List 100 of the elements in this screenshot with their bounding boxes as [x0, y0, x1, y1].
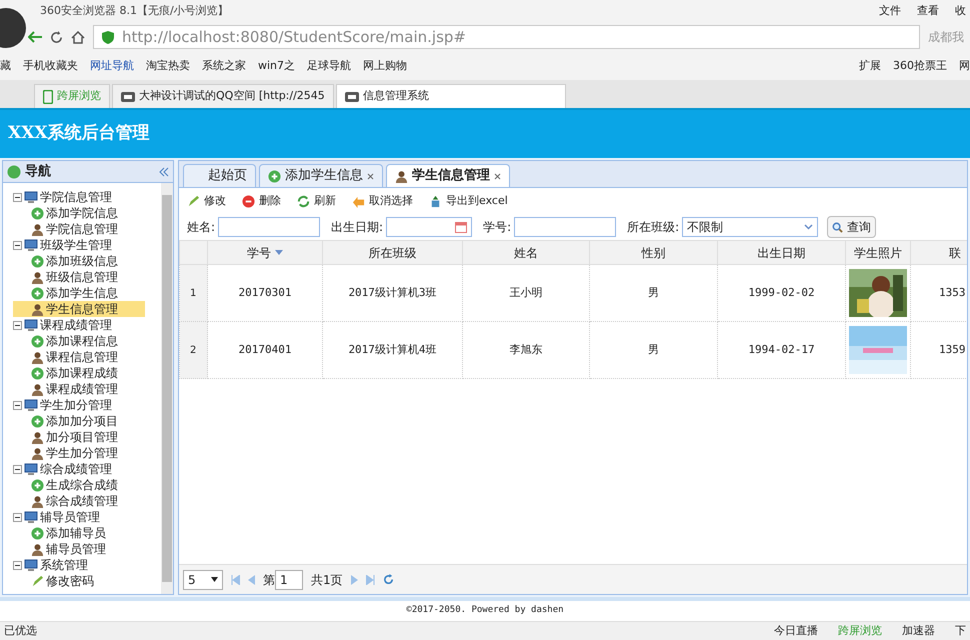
plus-circle-icon — [31, 478, 44, 492]
app-title: XXX系统后台管理 — [8, 122, 150, 146]
column-header[interactable]: 性别 — [590, 240, 718, 264]
menu-item[interactable]: 查看 — [917, 2, 939, 20]
column-header[interactable]: 联 — [910, 240, 967, 264]
query-button[interactable]: 查询 — [827, 216, 876, 238]
close-icon[interactable] — [367, 172, 374, 180]
tree-item[interactable]: 添加学生信息 — [13, 285, 145, 301]
bookmark-link[interactable]: 足球导航 — [307, 58, 352, 74]
toolbar-button[interactable]: 删除 — [242, 192, 281, 210]
collapse-icon[interactable] — [13, 464, 22, 474]
toolbar-button[interactable]: 导出到excel — [429, 192, 508, 210]
tree-item[interactable]: 辅导员管理 — [13, 541, 145, 557]
tree-item[interactable]: 加分项目管理 — [13, 429, 145, 445]
bookmark-link[interactable]: 网 — [959, 58, 970, 74]
back-icon[interactable] — [28, 31, 42, 43]
tree-item[interactable]: 学生加分管理 — [13, 445, 145, 461]
address-field[interactable]: http://localhost:8080/StudentScore/main.jsp# — [93, 25, 920, 49]
text-field[interactable] — [514, 217, 616, 237]
tree-group[interactable]: 综合成绩管理 — [13, 461, 161, 477]
tree-item[interactable]: 综合成绩管理 — [13, 493, 145, 509]
plus-circle-icon — [31, 206, 44, 220]
date-field[interactable] — [386, 217, 472, 237]
page-icon — [344, 92, 359, 102]
plus-circle-icon — [31, 414, 44, 428]
menu-item[interactable]: 文件 — [879, 2, 901, 20]
menu-item[interactable]: 收 — [955, 2, 966, 20]
column-header[interactable]: 所在班级 — [322, 240, 462, 264]
text-field[interactable] — [218, 217, 320, 237]
tree-group[interactable]: 学院信息管理 — [13, 189, 161, 205]
tree-item[interactable]: 添加课程成绩 — [13, 365, 145, 381]
collapse-icon[interactable] — [13, 512, 22, 522]
plus-circle-icon — [31, 286, 44, 300]
tree-item[interactable]: 课程成绩管理 — [13, 381, 145, 397]
column-header[interactable]: 出生日期 — [718, 240, 846, 264]
page-size-select[interactable]: 5 — [183, 570, 223, 590]
tree-group[interactable]: 学生加分管理 — [13, 397, 161, 413]
caret-icon — [211, 577, 218, 582]
column-header[interactable]: 学生照片 — [846, 240, 910, 264]
tree-item[interactable]: 课程信息管理 — [13, 349, 145, 365]
tree-item[interactable]: 学生信息管理 — [13, 301, 145, 317]
tree-group[interactable]: 系统管理 — [13, 557, 161, 573]
status-button[interactable]: 下 — [955, 622, 966, 640]
tree-group[interactable]: 班级学生管理 — [13, 237, 161, 253]
bookmark-link[interactable]: 淘宝热卖 — [146, 58, 190, 74]
collapse-icon[interactable] — [13, 560, 22, 570]
column-header[interactable]: 姓名 — [462, 240, 590, 264]
bookmark-link[interactable]: 系统之家 — [202, 58, 246, 74]
column-header[interactable]: 学号 — [208, 240, 322, 264]
calendar-icon[interactable] — [455, 221, 468, 233]
tree-item[interactable]: 添加课程信息 — [13, 333, 145, 349]
table-cell: 20170401 — [208, 322, 322, 378]
tree-group[interactable]: 课程成绩管理 — [13, 317, 161, 333]
tree-item[interactable]: 添加班级信息 — [13, 253, 145, 269]
tree-item[interactable]: 添加学院信息 — [13, 205, 145, 221]
person-icon — [31, 222, 44, 236]
window-title: 360安全浏览器 8.1【无痕/小号浏览】 — [40, 2, 229, 19]
plus-circle-icon — [31, 366, 44, 380]
home-icon[interactable] — [71, 30, 85, 44]
toolbar-button[interactable]: 刷新 — [297, 192, 336, 210]
class-select[interactable]: 不限制 — [682, 217, 818, 237]
content-tab[interactable]: 起始页 — [183, 164, 256, 187]
tree-item[interactable]: 生成综合成绩 — [13, 477, 145, 493]
filter-label: 所在班级: — [627, 219, 680, 236]
collapse-icon[interactable] — [13, 320, 22, 330]
person-icon — [31, 382, 44, 396]
toolbar-button[interactable]: 修改 — [187, 192, 226, 210]
bookmark-link[interactable]: 网址导航 — [90, 58, 134, 74]
scrollbar[interactable] — [161, 183, 173, 594]
tree-item[interactable]: 添加辅导员 — [13, 525, 145, 541]
bookmark-link[interactable]: 网上购物 — [363, 58, 408, 74]
page-icon — [121, 92, 135, 102]
content-tab[interactable]: 添加学生信息 — [259, 164, 383, 187]
bookmark-link[interactable]: 扩展 — [859, 58, 881, 74]
bookmark-link[interactable]: 手机收藏夹 — [23, 58, 78, 74]
table-cell: 20170301 — [208, 264, 322, 322]
monitor-icon — [24, 462, 38, 476]
reload-icon[interactable] — [50, 30, 63, 44]
status-button[interactable]: 今日直播 — [774, 622, 818, 640]
toolbar-button[interactable]: 取消选择 — [352, 192, 413, 210]
collapse-icon[interactable] — [13, 240, 22, 250]
tree-item[interactable]: 修改密码 — [13, 573, 145, 589]
monitor-icon — [24, 510, 38, 524]
collapse-icon[interactable] — [13, 400, 22, 410]
person-icon — [31, 350, 44, 364]
bookmark-link[interactable]: win7之 — [258, 58, 296, 74]
tree-item[interactable]: 学院信息管理 — [13, 221, 145, 237]
content-tab[interactable]: 学生信息管理 — [386, 164, 510, 187]
tree-item[interactable]: 添加加分项目 — [13, 413, 145, 429]
tree-item[interactable]: 班级信息管理 — [13, 269, 145, 285]
bookmark-link[interactable]: 360抢票王 — [893, 58, 947, 74]
tree-group[interactable]: 辅导员管理 — [13, 509, 161, 525]
page-field[interactable]: 1 — [275, 570, 303, 590]
status-button[interactable]: 加速器 — [902, 622, 935, 640]
browser-tab[interactable]: 大神设计调试的QQ空间 [http://2545 — [112, 84, 334, 108]
bookmark-link[interactable]: 藏 — [0, 58, 11, 74]
browser-tab[interactable]: 信息管理系统 — [336, 84, 566, 108]
collapse-icon[interactable] — [13, 192, 22, 202]
refresh-icon[interactable] — [382, 574, 394, 585]
close-icon[interactable] — [494, 172, 501, 180]
